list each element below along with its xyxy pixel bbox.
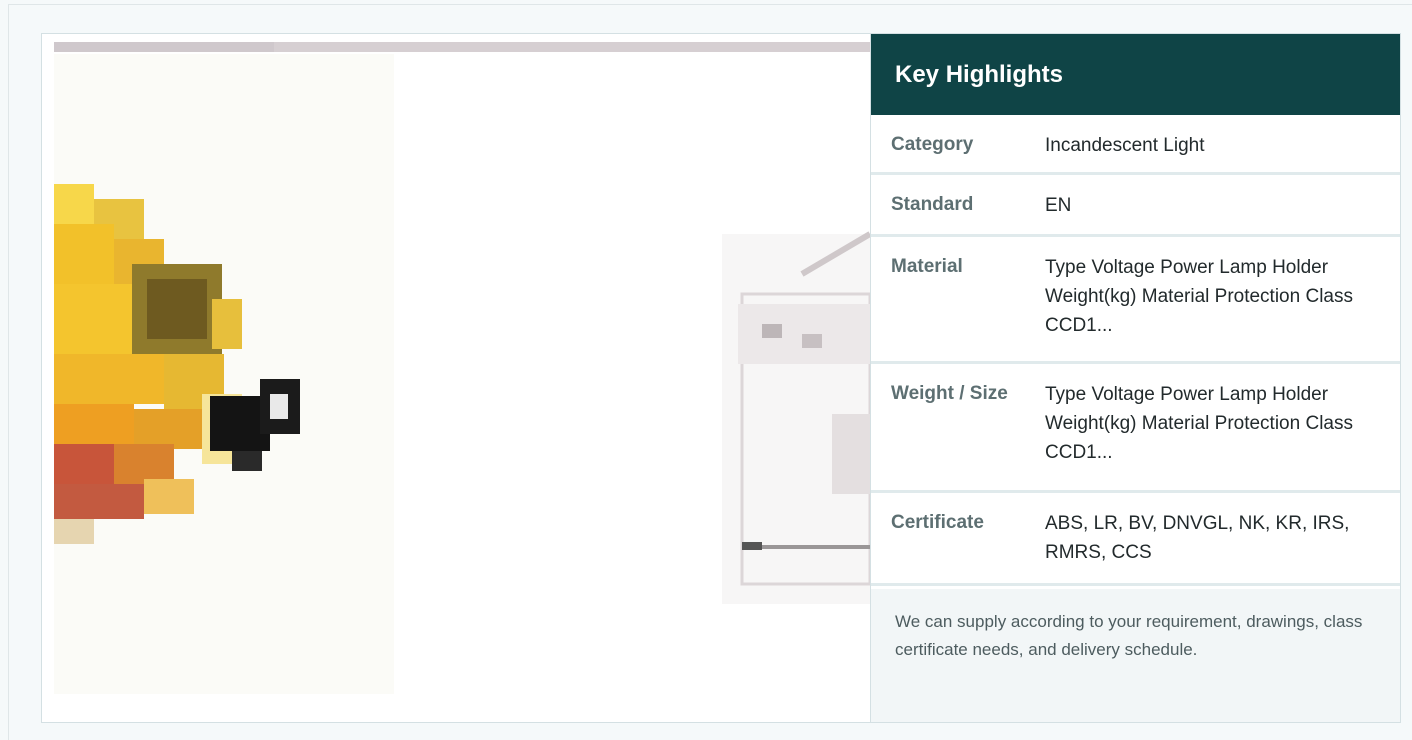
highlight-value: Type Voltage Power Lamp Holder Weight(kg…: [1045, 257, 1353, 336]
product-photo-pixelated: [54, 42, 870, 694]
highlight-value: Type Voltage Power Lamp Holder Weight(kg…: [1045, 384, 1353, 463]
highlight-label: Standard: [891, 194, 974, 215]
product-image[interactable]: [42, 34, 870, 722]
highlight-row-category: Category Incandescent Light: [871, 115, 1400, 175]
highlight-row-material: Material Type Voltage Power Lamp Holder …: [871, 237, 1400, 364]
highlight-label: Category: [891, 134, 974, 155]
supply-note: We can supply according to your requirem…: [871, 589, 1400, 722]
highlight-label: Material: [891, 256, 963, 277]
highlight-row-certificate: Certificate ABS, LR, BV, DNVGL, NK, KR, …: [871, 493, 1400, 586]
highlight-label: Certificate: [891, 512, 984, 533]
key-highlights-panel: Key Highlights Category Incandescent Lig…: [870, 34, 1400, 722]
highlight-label: Weight / Size: [891, 383, 1008, 404]
highlight-row-weight-size: Weight / Size Type Voltage Power Lamp Ho…: [871, 364, 1400, 493]
highlight-value: EN: [1045, 195, 1072, 216]
highlight-row-standard: Standard EN: [871, 175, 1400, 237]
page-frame: Key Highlights Category Incandescent Lig…: [8, 4, 1412, 740]
highlight-value: ABS, LR, BV, DNVGL, NK, KR, IRS, RMRS, C…: [1045, 513, 1350, 563]
product-card: Key Highlights Category Incandescent Lig…: [41, 33, 1401, 723]
highlights-title: Key Highlights: [871, 34, 1400, 115]
highlight-value: Incandescent Light: [1045, 135, 1205, 156]
